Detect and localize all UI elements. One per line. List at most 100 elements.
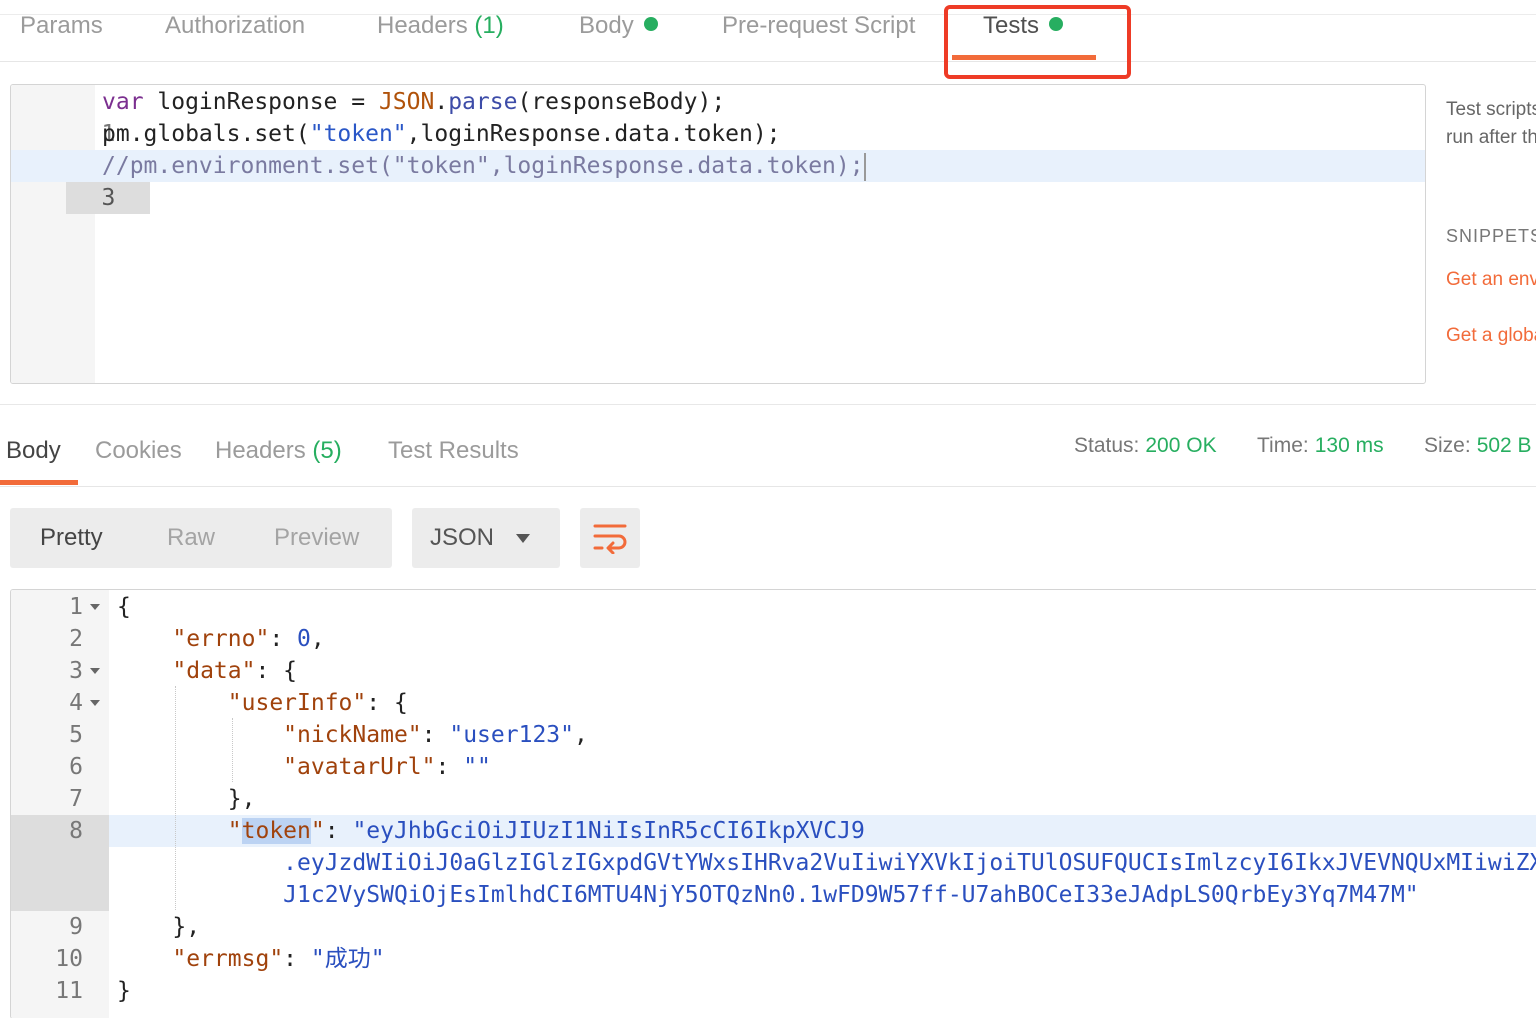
- json-key: "avatarUrl": [283, 754, 436, 780]
- line-number: 6: [69, 754, 83, 780]
- view-raw-button[interactable]: Raw: [167, 524, 215, 552]
- json-line: 2 "errno": 0,: [11, 623, 1536, 655]
- json-punct: ,: [573, 722, 588, 748]
- json-key: "errmsg": [172, 946, 284, 972]
- tab-label: Body: [6, 437, 61, 464]
- json-punct: :: [283, 946, 311, 972]
- line-number: 1: [69, 594, 83, 620]
- code-text: .: [434, 89, 449, 115]
- json-line: 11 }: [11, 975, 1536, 1007]
- tab-label: Headers: [215, 437, 306, 464]
- line-number: 8: [69, 818, 83, 844]
- code-object: JSON: [378, 89, 435, 115]
- panel-description: Test scripts are written in JavaScript, …: [1446, 99, 1536, 120]
- json-string: "": [463, 754, 491, 780]
- code-function: parse: [448, 89, 518, 115]
- time-label: Time:: [1257, 434, 1309, 457]
- json-punct: : {: [255, 658, 298, 684]
- json-string: "eyJhbGciOiJIUzI1NiIsInR5cCI6IkpXVCJ9: [352, 818, 865, 844]
- line-number: 7: [69, 786, 83, 812]
- json-punct: :: [421, 722, 450, 748]
- json-punct: :: [269, 626, 298, 652]
- tab-headers[interactable]: Headers (1): [377, 12, 504, 40]
- json-line: 9 },: [11, 911, 1536, 943]
- snippet-link[interactable]: Get an environment variable: [1446, 269, 1536, 291]
- json-line: 1 {: [11, 591, 1536, 623]
- code-text: loginResponse =: [143, 89, 379, 115]
- tab-cookies[interactable]: Cookies: [95, 437, 182, 465]
- tab-params[interactable]: Params: [20, 12, 103, 40]
- json-line: 7 },: [11, 783, 1536, 815]
- text-cursor: [863, 152, 866, 181]
- snippets-heading: SNIPPETS: [1446, 226, 1536, 246]
- view-preview-button[interactable]: Preview: [274, 524, 359, 552]
- json-punct: {: [117, 594, 131, 620]
- json-string: "成功": [310, 946, 385, 972]
- size-label: Size:: [1424, 434, 1471, 457]
- snippets-panel: Test scripts are written in JavaScript, …: [1446, 96, 1536, 347]
- json-punct: }: [117, 978, 131, 1004]
- chevron-down-icon: [516, 534, 530, 543]
- status-readout: Status: 200 OK: [1074, 434, 1217, 458]
- json-key: "errno": [172, 626, 270, 652]
- response-body-viewer[interactable]: 1 { 2 "errno": 0, 3 "data": { 4 "userInf…: [10, 589, 1536, 1018]
- tab-label: Authorization: [165, 12, 306, 39]
- json-punct: },: [227, 786, 256, 812]
- json-key: "nickName": [283, 722, 422, 748]
- format-select[interactable]: JSON: [412, 508, 560, 568]
- active-tab-indicator: [0, 480, 78, 485]
- headers-count: (5): [312, 437, 342, 464]
- wrap-lines-icon: [593, 524, 627, 554]
- fold-arrow-icon[interactable]: [90, 604, 100, 610]
- tab-test-results[interactable]: Test Results: [388, 437, 519, 465]
- status-value: 200 OK: [1145, 434, 1217, 457]
- json-line: 10 "errmsg": "成功": [11, 943, 1536, 975]
- json-punct: :: [435, 754, 464, 780]
- tab-body[interactable]: Body: [579, 12, 658, 40]
- json-line-active: 8 "token": "eyJhbGciOiJIUzI1NiIsInR5cCI6…: [11, 815, 1536, 847]
- json-line-wrapped: .eyJzdWIiOiJ0aGlzIGlzIGxpdGVtYWxsIHRva2V…: [11, 847, 1536, 879]
- json-key: "userInfo": [227, 690, 367, 716]
- json-line: 6 "avatarUrl": "": [11, 751, 1536, 783]
- wrap-lines-button[interactable]: [580, 508, 640, 568]
- fold-arrow-icon[interactable]: [90, 700, 100, 706]
- fold-arrow-icon[interactable]: [90, 668, 100, 674]
- tab-label: Params: [20, 12, 103, 39]
- line-number: 3: [66, 182, 151, 214]
- line-number: 4: [69, 690, 83, 716]
- view-pretty-button[interactable]: Pretty: [40, 524, 103, 552]
- json-line: 4 "userInfo": {: [11, 687, 1536, 719]
- line-number: 10: [55, 946, 83, 972]
- panel-description: run after the response is received.: [1446, 127, 1536, 148]
- response-tabs: Body Cookies Headers (5) Test Results St…: [0, 405, 1536, 487]
- time-readout: Time: 130 ms: [1257, 434, 1384, 458]
- code-text: ,loginResponse.data.token);: [406, 121, 781, 147]
- tests-script-editor[interactable]: 1 var loginResponse = JSON.parse(respons…: [10, 84, 1426, 384]
- snippet-link[interactable]: Get a global variable: [1446, 325, 1536, 347]
- format-value: JSON: [430, 524, 495, 551]
- code-line: 1 var loginResponse = JSON.parse(respons…: [11, 86, 1425, 147]
- size-readout: Size: 502 B: [1424, 434, 1532, 458]
- tab-authorization[interactable]: Authorization: [165, 12, 305, 40]
- keyword: var: [102, 89, 144, 115]
- tab-label: Cookies: [95, 437, 182, 464]
- json-key-selected: token: [241, 818, 311, 844]
- tab-label: Body: [579, 12, 634, 39]
- line-number: 2: [69, 626, 83, 652]
- json-punct: },: [172, 914, 201, 940]
- tab-pre-request-script[interactable]: Pre-request Script: [722, 12, 915, 40]
- size-value: 502 B: [1476, 434, 1532, 457]
- json-string: "user123": [449, 722, 574, 748]
- json-key: ": [227, 818, 242, 844]
- json-line-wrapped: J1c2VySWQiOjEsImlhdCI6MTU4NjY5OTQzNn0.1w…: [11, 879, 1536, 911]
- json-line: 3 "data": {: [11, 655, 1536, 687]
- tab-response-headers[interactable]: Headers (5): [215, 437, 342, 465]
- headers-count: (1): [474, 12, 504, 39]
- line-number: 11: [55, 978, 83, 1004]
- request-tabs: Params Authorization Headers (1) Body Pr…: [0, 0, 1536, 62]
- json-number: 0: [297, 626, 311, 652]
- code-text: (responseBody);: [517, 89, 726, 115]
- tab-response-body[interactable]: Body: [6, 437, 61, 465]
- json-string: .eyJzdWIiOiJ0aGlzIGlzIGxpdGVtYWxsIHRva2V…: [283, 850, 1536, 876]
- modified-dot-icon: [643, 16, 658, 31]
